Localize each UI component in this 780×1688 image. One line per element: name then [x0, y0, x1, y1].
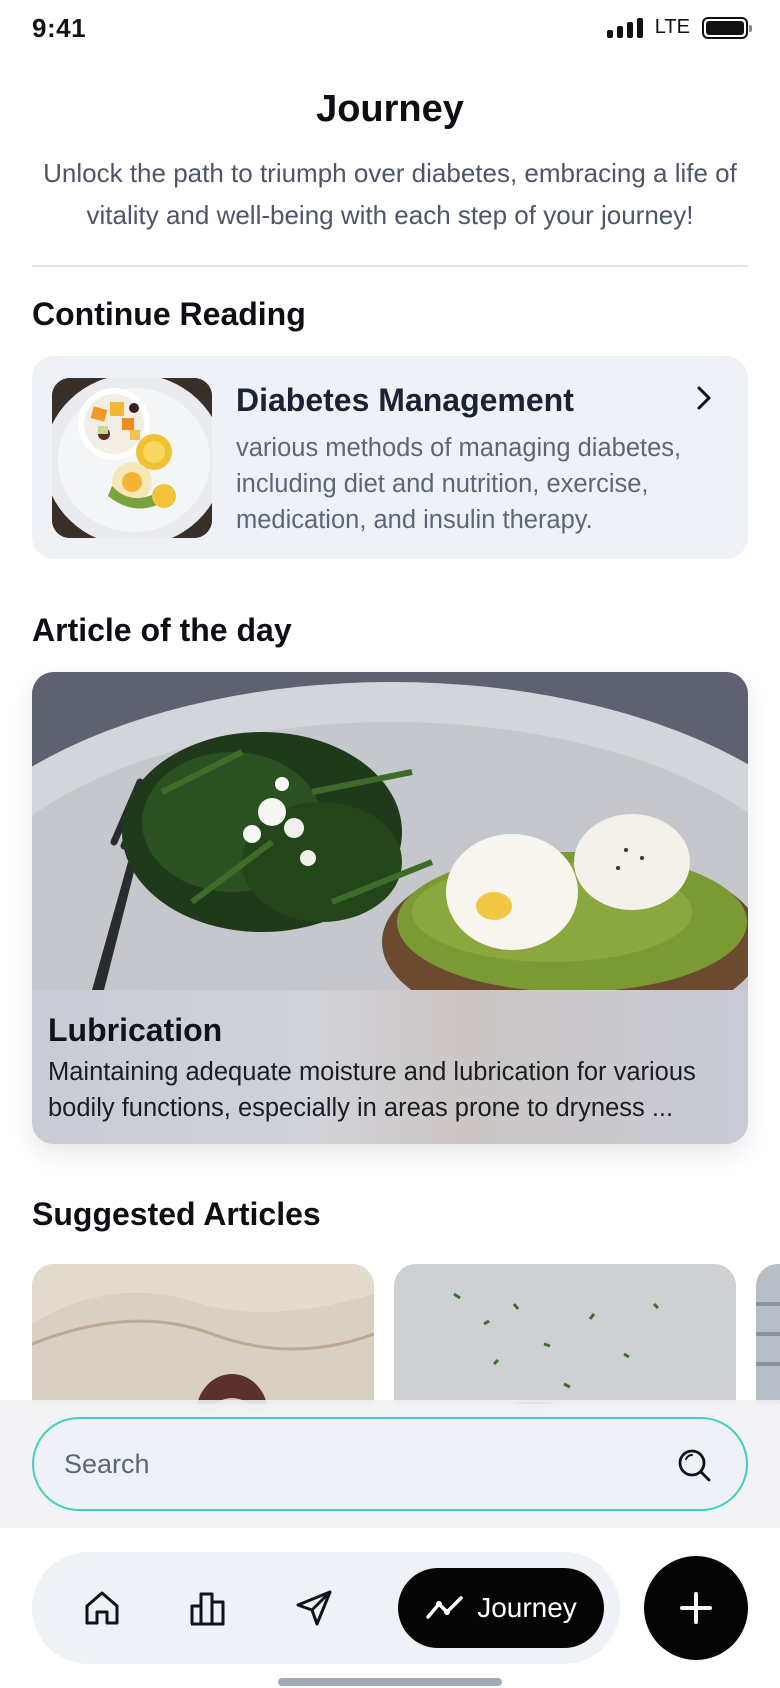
nav-journey-button[interactable]: Journey	[398, 1568, 604, 1648]
page-title: Journey	[316, 88, 464, 130]
nav-send-button[interactable]	[286, 1580, 342, 1636]
nav-home-button[interactable]	[74, 1580, 130, 1636]
nav-journey-label: Journey	[477, 1592, 577, 1623]
suggested-articles-carousel[interactable]	[32, 1264, 780, 1404]
suggested-article-card[interactable]	[32, 1264, 374, 1404]
send-icon	[296, 1590, 332, 1626]
search-input[interactable]: Search	[32, 1417, 748, 1511]
continue-reading-title: Diabetes Management	[236, 382, 574, 418]
article-of-day-description: Maintaining adequate moisture and lubric…	[48, 1058, 696, 1122]
status-indicators: LTE	[606, 16, 752, 39]
status-bar: 9:41 LTE	[0, 0, 780, 56]
suggested-article-card[interactable]	[394, 1264, 736, 1404]
divider	[32, 265, 748, 267]
page-subtitle: Unlock the path to triumph over diabetes…	[43, 158, 737, 230]
add-button[interactable]	[644, 1556, 748, 1660]
chevron-right-icon[interactable]	[688, 382, 720, 414]
article-of-day-heading: Article of the day	[32, 612, 292, 648]
continue-reading-thumbnail	[52, 378, 212, 538]
status-time: 9:41	[32, 13, 87, 43]
plus-icon	[680, 1592, 712, 1624]
home-indicator	[278, 1678, 502, 1686]
chart-icon	[190, 1592, 225, 1626]
continue-reading-heading: Continue Reading	[32, 296, 306, 332]
journey-icon	[426, 1596, 463, 1619]
network-label: LTE	[654, 16, 690, 38]
signal-icon	[606, 17, 643, 38]
article-of-day-card[interactable]: Lubrication Maintaining adequate moistur…	[32, 672, 748, 1144]
article-of-day-info: Lubrication Maintaining adequate moistur…	[32, 990, 748, 1144]
continue-reading-description: various methods of managing diabetes, in…	[236, 434, 682, 534]
battery-icon	[702, 16, 752, 39]
nav-bar: Journey	[32, 1552, 620, 1664]
article-of-day-title: Lubrication	[48, 1012, 223, 1048]
article-of-day-image	[32, 672, 748, 990]
nav-stats-button[interactable]	[180, 1580, 236, 1636]
search-icon[interactable]	[676, 1447, 712, 1483]
search-placeholder: Search	[64, 1449, 150, 1479]
home-icon	[85, 1591, 119, 1625]
bottom-navigation: Journey	[0, 1528, 780, 1688]
suggested-article-card[interactable]	[756, 1264, 780, 1404]
continue-reading-card[interactable]: Diabetes Management various methods of m…	[32, 356, 748, 559]
search-area: Search	[0, 1400, 780, 1528]
suggested-articles-heading: Suggested Articles	[32, 1196, 321, 1232]
